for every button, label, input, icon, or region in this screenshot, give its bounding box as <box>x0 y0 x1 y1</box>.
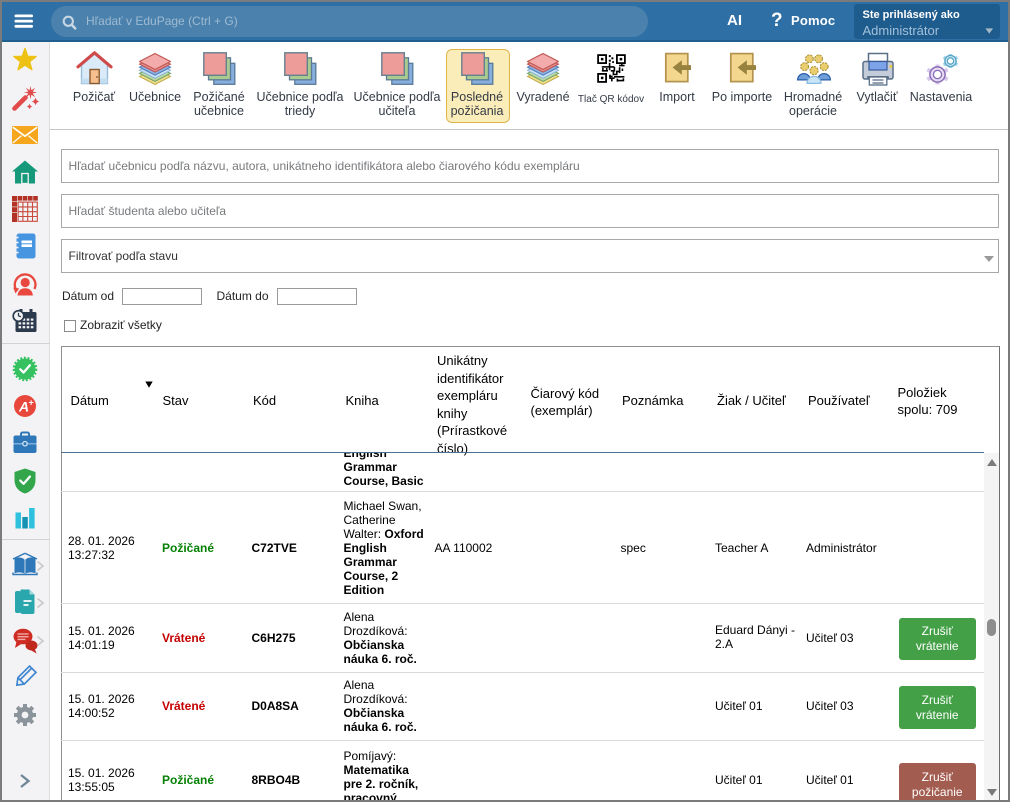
svg-text:+: + <box>29 398 34 408</box>
svg-text:A: A <box>18 399 29 415</box>
